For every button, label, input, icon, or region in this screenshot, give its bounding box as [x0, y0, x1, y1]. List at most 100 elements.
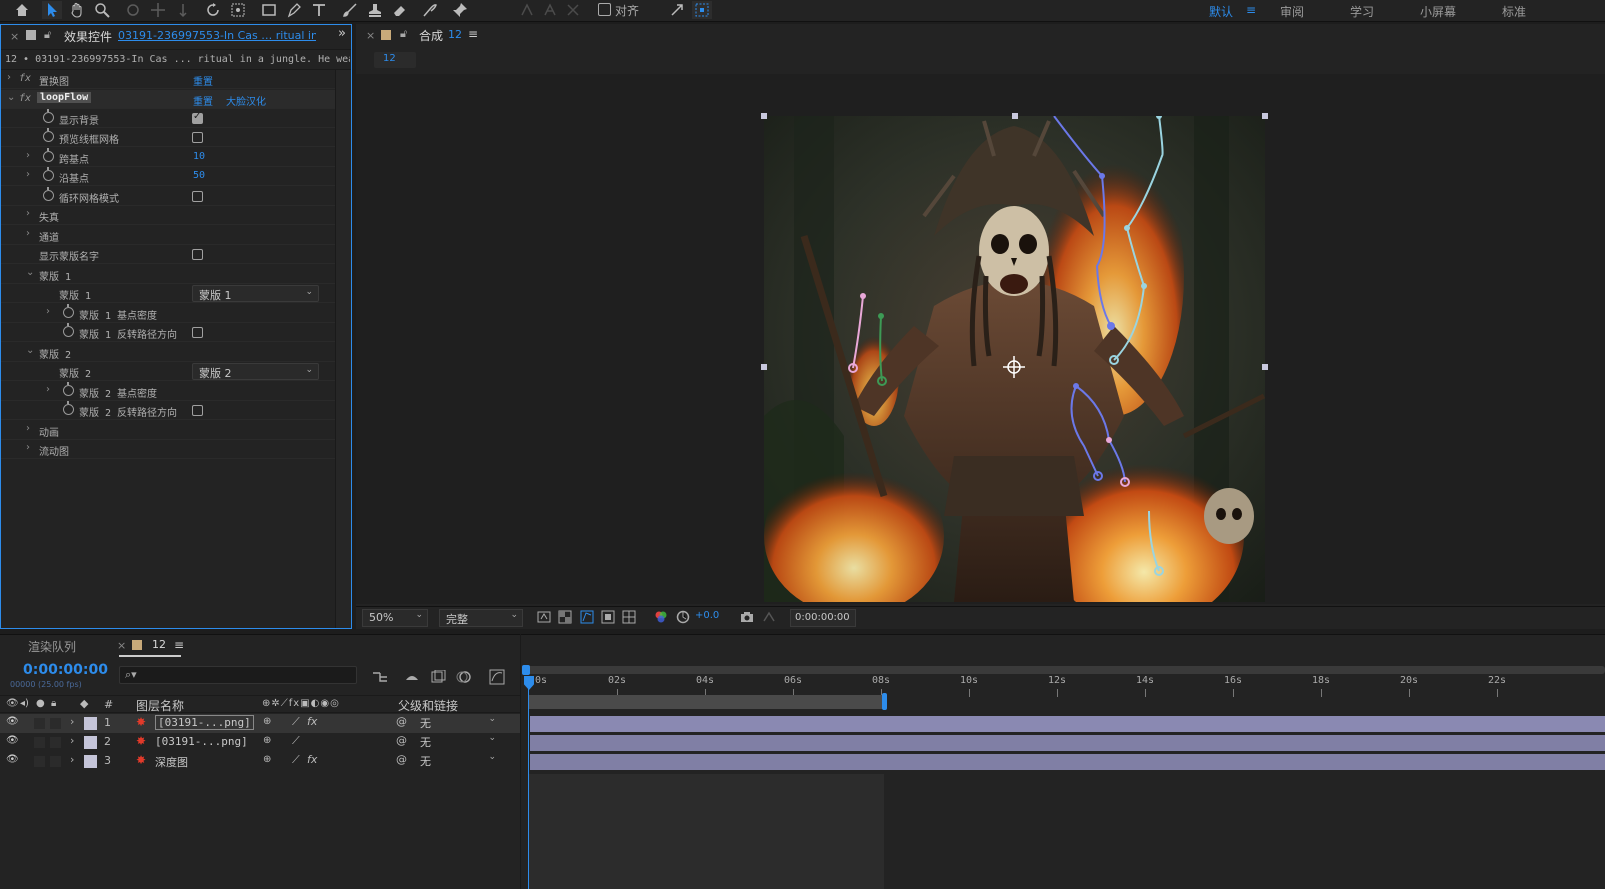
workspace-menu-icon[interactable]: ≡ — [1246, 3, 1256, 17]
expand-chevron-icon[interactable]: › — [46, 384, 50, 395]
stopwatch-icon[interactable] — [63, 382, 74, 396]
fx-icon[interactable]: fx — [19, 93, 31, 104]
frame-blending-icon[interactable] — [430, 670, 446, 684]
snap-expand-icon[interactable] — [667, 1, 687, 19]
graph-editor-icon[interactable] — [489, 669, 505, 685]
panel-menu-icon[interactable]: ≡ — [174, 638, 184, 652]
stopwatch-icon[interactable] — [43, 128, 54, 142]
show-background-checkbox[interactable] — [192, 111, 203, 124]
layer-label-color[interactable] — [84, 736, 97, 749]
span-points-value[interactable]: 10 — [193, 151, 205, 162]
dolly-camera-icon[interactable] — [173, 1, 193, 19]
vertical-scrollbar[interactable] — [335, 70, 351, 628]
reset-link[interactable]: 重置 — [193, 73, 213, 88]
brush-tool-icon[interactable] — [340, 1, 360, 19]
layer-row-1[interactable]: 👁︎ › 1 ✸ [03191-...png] ⊕ ⟋ fx @ 无 ⌄ — [0, 714, 520, 733]
mask-1-reverse-checkbox[interactable] — [192, 327, 203, 338]
parent-dropdown[interactable]: 无 ⌄ — [414, 752, 500, 769]
show-mask-names-checkbox[interactable] — [192, 249, 203, 260]
lock-toggle[interactable] — [50, 737, 61, 748]
align-checkbox[interactable] — [598, 3, 611, 16]
fx-icon[interactable]: fx — [19, 73, 31, 84]
lock-toggle[interactable] — [50, 718, 61, 729]
shy-switch-icon[interactable]: ⊕ — [263, 735, 271, 746]
layer-name[interactable]: [03191-...png] — [155, 715, 254, 730]
playhead-line[interactable] — [528, 688, 529, 889]
solo-toggle[interactable] — [34, 756, 45, 767]
transparency-grid-icon[interactable] — [558, 610, 572, 624]
transform-handle[interactable] — [1012, 113, 1018, 119]
collapse-chevron-icon[interactable]: ⌄ — [26, 267, 34, 278]
region-of-interest-icon[interactable] — [601, 610, 615, 624]
stopwatch-icon[interactable] — [63, 304, 74, 318]
composition-name[interactable]: 12 — [448, 28, 462, 41]
quality-switch-icon[interactable]: ⟋ — [292, 734, 300, 748]
composition-footage-image[interactable] — [764, 116, 1265, 602]
comp-nav-tab[interactable]: 12 — [374, 52, 416, 68]
panel-overflow-icon[interactable]: » — [338, 26, 346, 41]
visibility-eye-icon[interactable]: 👁︎ — [6, 754, 19, 765]
hand-tool-icon[interactable] — [67, 1, 87, 19]
layer-name-header[interactable]: 图层名称 — [136, 697, 184, 714]
axis-mode-world-icon[interactable] — [540, 1, 560, 19]
expand-chevron-icon[interactable]: › — [26, 423, 30, 434]
current-time-code[interactable]: 0:00:00:00 — [23, 662, 108, 678]
edge-points-value[interactable]: 50 — [193, 170, 205, 181]
time-navigator-bar[interactable] — [526, 666, 1605, 674]
zoom-dropdown[interactable]: 50% ⌄ — [362, 609, 428, 627]
visibility-eye-icon[interactable]: 👁︎ — [6, 716, 19, 727]
current-time-display[interactable]: 0:00:00:00 — [790, 609, 856, 627]
pen-tool-icon[interactable] — [284, 1, 304, 19]
group-animation[interactable]: › 动画 — [1, 421, 335, 440]
parent-dropdown[interactable]: 无 ⌄ — [414, 714, 500, 731]
mask-1-dropdown[interactable]: 蒙版 1 ⌄ — [192, 285, 319, 302]
work-area-end-handle[interactable] — [882, 693, 887, 710]
effect-controls-tab-title[interactable]: 效果控件 — [64, 28, 112, 45]
layer-label-color[interactable] — [84, 717, 97, 730]
selection-tool-icon[interactable] — [42, 1, 62, 19]
close-panel-icon[interactable]: × — [366, 29, 375, 42]
type-tool-icon[interactable] — [309, 1, 329, 19]
layer-name[interactable]: [03191-...png] — [155, 735, 248, 748]
group-channel[interactable]: › 通道 — [1, 226, 335, 245]
loop-grid-checkbox[interactable] — [192, 191, 203, 202]
show-snapshot-icon[interactable] — [762, 610, 776, 624]
comp-mini-flowchart-icon[interactable] — [372, 670, 388, 684]
shy-switch-icon[interactable]: ⊕ — [263, 754, 271, 765]
snapping-icon[interactable] — [692, 1, 712, 19]
stopwatch-icon[interactable] — [63, 323, 74, 337]
motion-blur-icon[interactable] — [456, 670, 472, 684]
pick-whip-icon[interactable]: @ — [396, 753, 407, 766]
resolution-dropdown[interactable]: 完整 ⌄ — [439, 609, 523, 627]
composition-tab-title[interactable]: 合成 — [419, 27, 443, 44]
expand-chevron-icon[interactable]: › — [26, 228, 30, 239]
workspace-small-screen[interactable]: 小屏幕 — [1420, 3, 1456, 20]
collapse-chevron-icon[interactable]: ⌄ — [26, 345, 34, 356]
about-link[interactable]: 大脸汉化 — [226, 93, 266, 108]
preview-grid-checkbox[interactable] — [192, 132, 203, 143]
shy-switch-icon[interactable]: ⊕ — [263, 716, 271, 727]
axis-mode-view-icon[interactable] — [563, 1, 583, 19]
layer-search-input[interactable]: ⌕▾ — [119, 666, 357, 684]
rectangle-tool-icon[interactable] — [259, 1, 279, 19]
pick-whip-icon[interactable]: @ — [396, 715, 407, 728]
expand-chevron-icon[interactable]: › — [26, 208, 30, 219]
layer-row-3[interactable]: 👁︎ › 3 ✸ 深度图 ⊕ ⟋ fx @ 无 ⌄ — [0, 752, 520, 771]
home-icon[interactable] — [12, 1, 32, 19]
close-panel-icon[interactable]: × — [117, 639, 126, 652]
zoom-tool-icon[interactable] — [92, 1, 112, 19]
timeline-comp-tab[interactable]: 12 — [152, 638, 166, 651]
group-distortion[interactable]: › 失真 — [1, 206, 335, 225]
layer-bar-3[interactable] — [530, 754, 1605, 770]
layer-row-2[interactable]: 👁︎ › 2 ✸ [03191-...png] ⊕ ⟋ @ 无 ⌄ — [0, 733, 520, 752]
puppet-pin-icon[interactable] — [450, 1, 470, 19]
effect-controls-layer-link[interactable]: 03191-236997553-In Cas … ritual in a jun — [118, 29, 316, 42]
group-flow-map[interactable]: › 流动图 — [1, 440, 335, 459]
pan-camera-icon[interactable] — [148, 1, 168, 19]
lock-icon[interactable]: 🔓︎ — [400, 27, 407, 41]
stopwatch-icon[interactable] — [43, 109, 54, 123]
render-queue-tab[interactable]: 渲染队列 — [28, 638, 76, 655]
mask-2-reverse-checkbox[interactable] — [192, 405, 203, 416]
workspace-default[interactable]: 默认 — [1209, 3, 1233, 20]
orbit-camera-icon[interactable] — [123, 1, 143, 19]
